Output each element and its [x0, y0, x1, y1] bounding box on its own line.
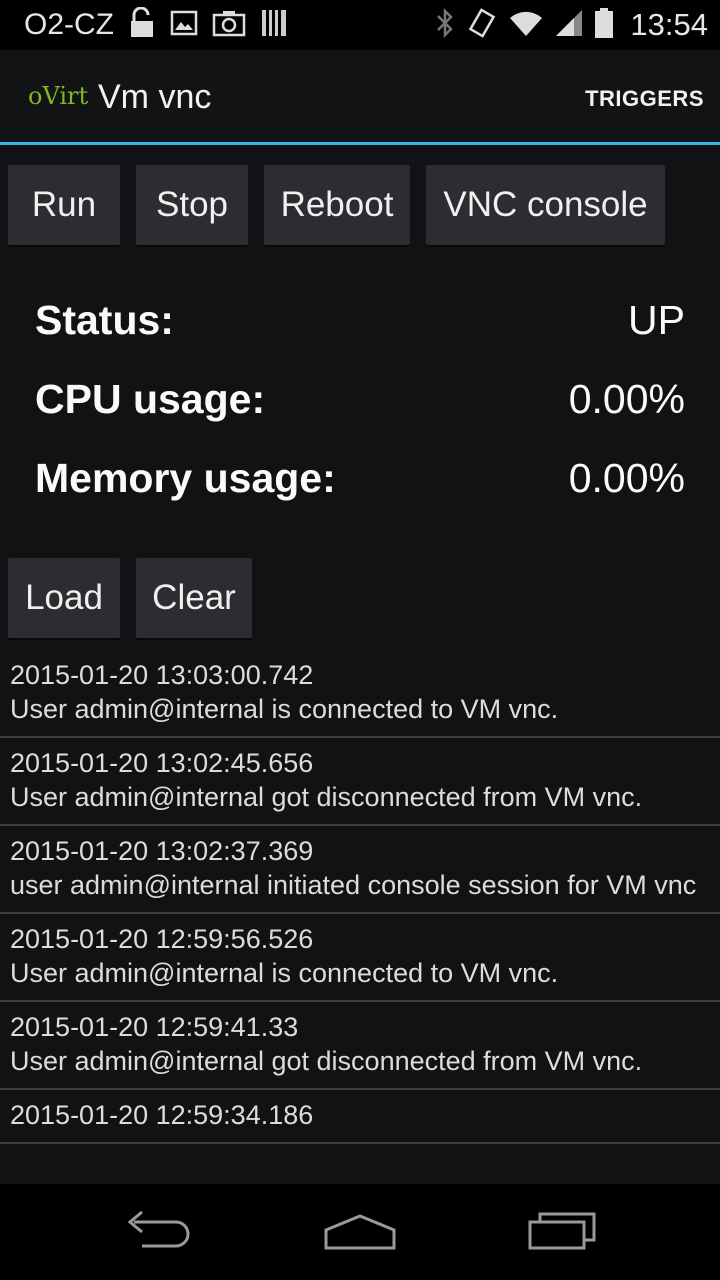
event-item[interactable]: 2015-01-20 12:59:34.186 — [0, 1090, 720, 1144]
cpu-usage-value: 0.00% — [568, 376, 685, 422]
events-list[interactable]: 2015-01-20 13:03:00.742 User admin@inter… — [0, 650, 720, 1184]
reboot-button[interactable]: Reboot — [264, 165, 410, 245]
back-icon[interactable] — [124, 1208, 194, 1253]
bluetooth-icon — [434, 7, 456, 44]
load-events-button[interactable]: Load — [8, 558, 120, 638]
image-icon — [170, 10, 198, 41]
carrier-name: O2-CZ — [24, 8, 114, 41]
event-time: 2015-01-20 13:02:37.369 — [10, 836, 314, 866]
event-message: User admin@internal got disconnected fro… — [10, 1046, 643, 1076]
cell-signal-icon — [554, 8, 584, 43]
event-message: User admin@internal is connected to VM v… — [10, 958, 559, 988]
triggers-button[interactable]: TRIGGERS — [585, 86, 704, 112]
stop-button[interactable]: Stop — [136, 165, 248, 245]
status-value: UP — [628, 297, 685, 343]
sd-card-icon — [260, 8, 288, 43]
event-time: 2015-01-20 12:59:41.33 — [10, 1012, 299, 1042]
status-bar: O2-CZ 13:54 — [0, 0, 720, 50]
clear-events-button[interactable]: Clear — [136, 558, 252, 638]
ovirt-logo[interactable]: oVirt — [28, 82, 88, 110]
event-time: 2015-01-20 12:59:56.526 — [10, 924, 314, 954]
page-title: Vm vnc — [98, 78, 212, 116]
wifi-icon — [508, 8, 544, 43]
event-time: 2015-01-20 13:02:45.656 — [10, 748, 314, 778]
cpu-usage-label: CPU usage: — [35, 376, 266, 422]
camera-icon — [212, 9, 246, 42]
event-item[interactable]: 2015-01-20 13:02:37.369 user admin@inter… — [0, 826, 720, 914]
event-time: 2015-01-20 13:03:00.742 — [10, 660, 314, 690]
home-icon[interactable] — [322, 1208, 398, 1257]
battery-icon — [594, 7, 614, 44]
event-message: User admin@internal is connected to VM v… — [10, 694, 559, 724]
memory-usage-label: Memory usage: — [35, 455, 336, 501]
event-item[interactable]: 2015-01-20 13:03:00.742 User admin@inter… — [0, 650, 720, 738]
vibrate-icon — [466, 7, 498, 44]
action-bar: oVirt Vm vnc TRIGGERS — [0, 50, 720, 145]
run-button[interactable]: Run — [8, 165, 120, 245]
recent-apps-icon[interactable] — [526, 1208, 598, 1257]
event-message: User admin@internal got disconnected fro… — [10, 782, 643, 812]
lock-open-icon — [128, 6, 156, 44]
event-time: 2015-01-20 12:59:34.186 — [10, 1100, 314, 1130]
event-item[interactable]: 2015-01-20 12:59:56.526 User admin@inter… — [0, 914, 720, 1002]
memory-usage-value: 0.00% — [568, 455, 685, 501]
clock: 13:54 — [630, 7, 708, 42]
event-item[interactable]: 2015-01-20 12:59:41.33 User admin@intern… — [0, 1002, 720, 1090]
vnc-console-button[interactable]: VNC console — [426, 165, 665, 245]
event-item[interactable]: 2015-01-20 13:02:45.656 User admin@inter… — [0, 738, 720, 826]
status-label: Status: — [35, 297, 174, 343]
event-message: user admin@internal initiated console se… — [10, 870, 697, 900]
navigation-bar — [0, 1184, 720, 1280]
